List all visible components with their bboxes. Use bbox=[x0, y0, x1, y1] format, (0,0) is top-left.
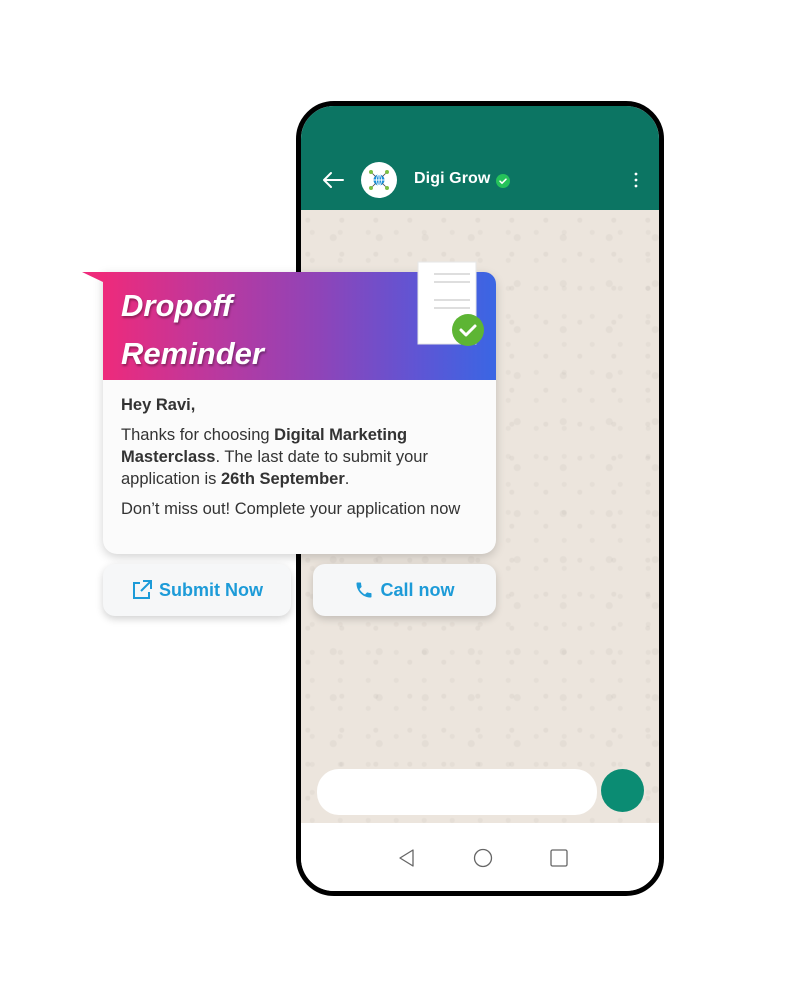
message-paragraph-2: Don’t miss out! Complete your applicatio… bbox=[121, 500, 461, 518]
triangle-back-icon[interactable] bbox=[396, 847, 418, 869]
call-now-button[interactable]: Call now bbox=[313, 564, 496, 616]
document-check-icon bbox=[417, 261, 484, 346]
avatar[interactable] bbox=[361, 162, 397, 198]
dropoff-reminder-card: Dropoff Reminder Hey Ravi, Thanks for ch… bbox=[82, 261, 496, 554]
banner-title: Dropoff Reminder bbox=[121, 282, 264, 378]
message-paragraph-1: Thanks for choosing Digital Marketing Ma… bbox=[121, 424, 478, 490]
message-input[interactable] bbox=[317, 769, 597, 815]
banner-title-line2: Reminder bbox=[121, 336, 264, 371]
phone-icon bbox=[356, 582, 372, 598]
verified-check-icon bbox=[496, 174, 510, 188]
submit-now-label: Submit Now bbox=[159, 579, 263, 600]
arrow-left-icon[interactable] bbox=[321, 170, 345, 190]
external-link-icon bbox=[133, 580, 152, 599]
body-text: . bbox=[344, 470, 350, 488]
square-recents-icon[interactable] bbox=[548, 847, 570, 869]
android-nav-bar bbox=[301, 823, 659, 891]
circle-home-icon[interactable] bbox=[472, 847, 494, 869]
body-text: Thanks for choosing bbox=[121, 426, 275, 444]
ribbon-fold bbox=[82, 272, 103, 282]
submit-now-button[interactable]: Submit Now bbox=[103, 564, 291, 616]
send-button[interactable] bbox=[601, 769, 644, 812]
greeting: Hey Ravi, bbox=[121, 396, 196, 414]
deadline-date: 26th September bbox=[220, 470, 345, 488]
globe-network-logo-icon bbox=[369, 170, 389, 190]
card-body: Hey Ravi, Thanks for choosing Digital Ma… bbox=[121, 394, 478, 528]
contact-name[interactable]: Digi Grow bbox=[414, 170, 490, 188]
call-now-label: Call now bbox=[380, 579, 455, 600]
banner-title-line1: Dropoff bbox=[121, 288, 233, 323]
chat-header: Digi Grow bbox=[301, 106, 659, 210]
more-vertical-icon[interactable] bbox=[633, 170, 639, 190]
